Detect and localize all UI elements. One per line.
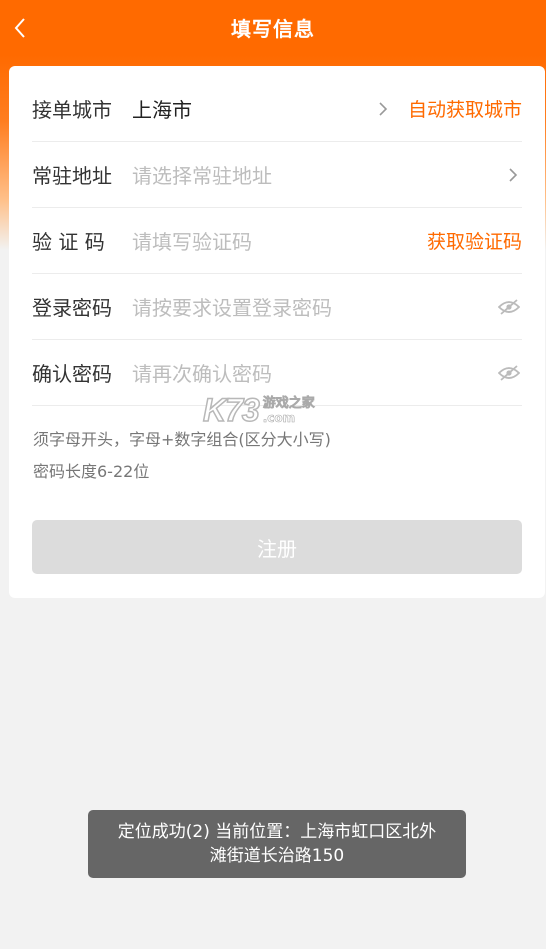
code-label: 验 证 码: [32, 230, 105, 254]
code-row: 验 证 码 请填写验证码 获取验证码: [32, 208, 522, 274]
address-label: 常驻地址: [32, 164, 112, 188]
toast-line-2: 滩街道长治路150: [209, 846, 345, 866]
toast-line-1: 定位成功(2) 当前位置：上海市虹口区北外: [117, 822, 437, 842]
auto-get-city-button[interactable]: 自动获取城市: [408, 95, 522, 122]
address-row[interactable]: 常驻地址 请选择常驻地址: [32, 142, 522, 208]
watermark-logo-text: K73: [202, 391, 260, 429]
city-label: 接单城市: [32, 98, 112, 122]
chevron-left-icon: [14, 17, 25, 38]
chevron-right-icon: [374, 99, 392, 119]
watermark-text: 游戏之家 .com: [262, 395, 315, 425]
confirm-input[interactable]: 请再次确认密码: [132, 358, 496, 387]
password-input[interactable]: 请按要求设置登录密码: [132, 292, 496, 321]
top-bar: 填写信息: [0, 0, 546, 55]
code-input[interactable]: 请填写验证码: [132, 226, 427, 255]
eye-off-icon[interactable]: [496, 296, 522, 318]
city-row[interactable]: 接单城市 上海市 自动获取城市: [32, 76, 522, 142]
watermark-cn: 游戏之家: [262, 395, 315, 411]
watermark-com: .com: [262, 410, 296, 425]
password-row: 登录密码 请按要求设置登录密码: [32, 274, 522, 340]
password-hint-length: 密码长度6-22位: [33, 462, 150, 481]
location-toast: 定位成功(2) 当前位置：上海市虹口区北外 滩街道长治路150: [88, 810, 466, 878]
password-label: 登录密码: [32, 296, 112, 320]
watermark-logo: K73 游戏之家 .com: [202, 390, 343, 430]
get-code-button[interactable]: 获取验证码: [427, 227, 522, 254]
city-value[interactable]: 上海市: [132, 94, 374, 123]
register-button[interactable]: 注册: [32, 520, 522, 574]
confirm-label: 确认密码: [32, 362, 112, 386]
chevron-right-icon: [504, 165, 522, 185]
address-field[interactable]: 请选择常驻地址: [132, 160, 504, 189]
page-title: 填写信息: [231, 17, 315, 41]
back-button[interactable]: [0, 0, 40, 55]
eye-off-icon[interactable]: [496, 362, 522, 384]
form-card: 接单城市 上海市 自动获取城市 常驻地址 请选择常驻地址 验 证 码 请填写验证…: [9, 66, 545, 598]
